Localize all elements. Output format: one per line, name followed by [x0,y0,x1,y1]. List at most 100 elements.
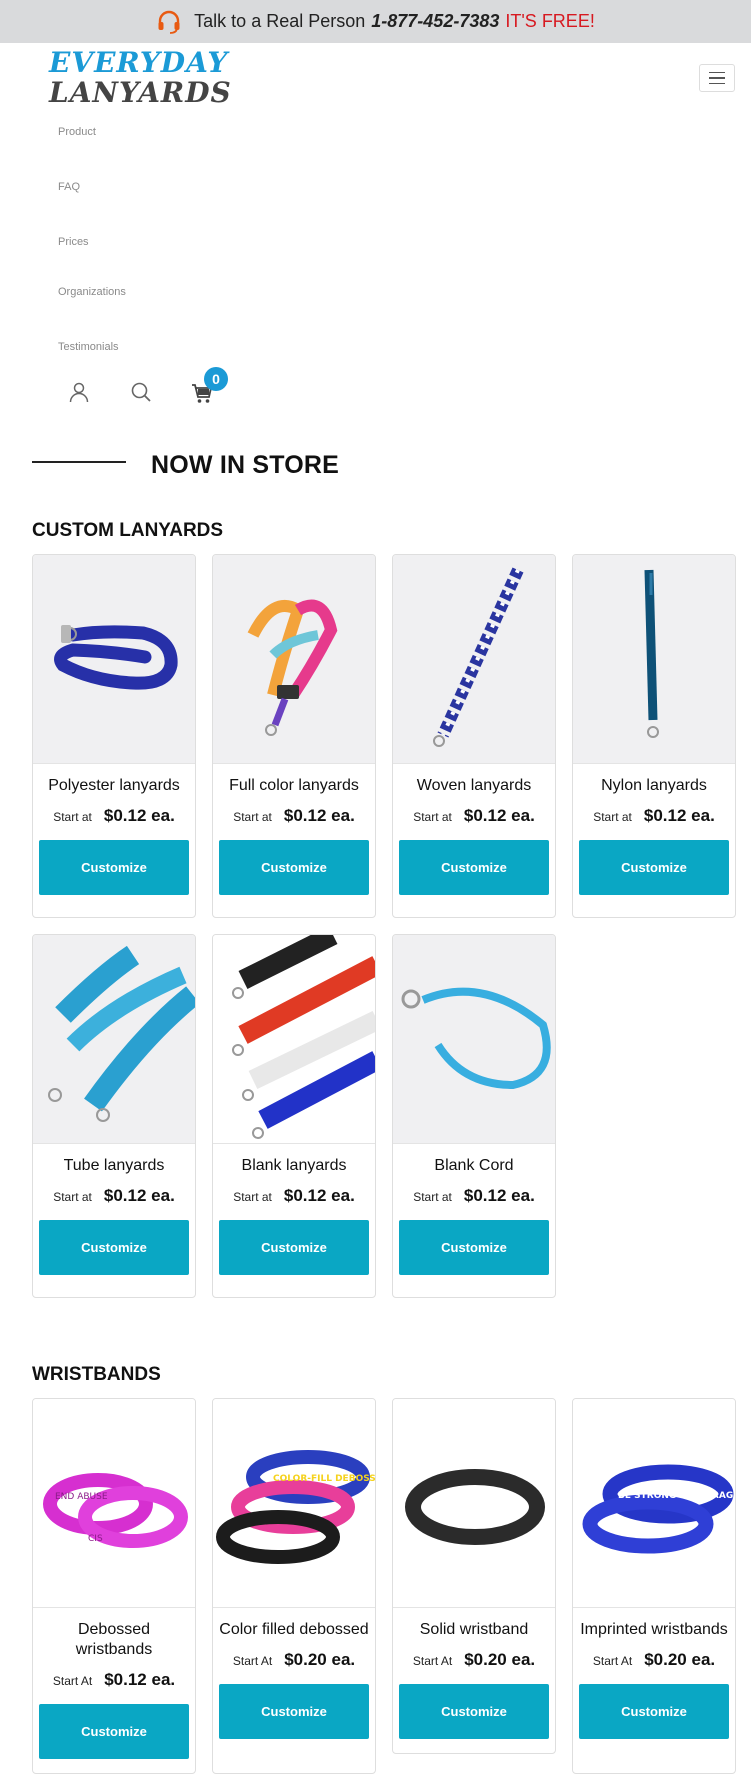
product-price: Start At $0.20 ea. [573,1650,735,1670]
product-image[interactable]: BE STRONG & COURAGE [573,1399,735,1608]
product-image[interactable] [573,555,735,764]
price-value: $0.12 ea. [283,1186,355,1205]
site-logo[interactable]: EVERYDAY LANYARDS [49,49,232,107]
price-value: $0.12 ea. [104,1670,176,1689]
menu-icon[interactable] [699,64,735,92]
logo-line-1: EVERYDAY [49,46,229,79]
product-name[interactable]: Blank lanyards [213,1156,375,1176]
product-name[interactable]: Imprinted wristbands [573,1620,735,1640]
product-name[interactable]: Debossed wristbands [33,1620,195,1660]
nav-item-product[interactable]: Product [58,126,96,138]
product-price: Start At $0.20 ea. [213,1650,375,1670]
product-price: Start at $0.12 ea. [393,1186,555,1206]
customize-button[interactable]: Customize [39,1704,189,1759]
product-card-polyester[interactable]: Polyester lanyards Start at $0.12 ea. Cu… [32,554,196,918]
customize-button[interactable]: Customize [39,1220,189,1275]
price-prefix: Start At [232,1654,273,1668]
nav-item-faq[interactable]: FAQ [58,181,80,193]
price-value: $0.20 ea. [464,1650,536,1669]
product-price: Start at $0.12 ea. [393,806,555,826]
top-contact-bar: Talk to a Real Person 1-877-452-7383 IT'… [0,0,751,43]
section-heading-lanyards: CUSTOM LANYARDS [32,520,224,541]
page-title: NOW IN STORE [151,451,340,479]
customize-button[interactable]: Customize [219,840,369,895]
customize-button[interactable]: Customize [579,840,729,895]
product-price: Start At $0.12 ea. [33,1670,195,1690]
price-prefix: Start at [53,1190,92,1204]
product-card-tube[interactable]: Tube lanyards Start at $0.12 ea. Customi… [32,934,196,1298]
product-image[interactable] [213,555,375,764]
product-image[interactable] [33,555,195,764]
price-prefix: Start at [233,1190,272,1204]
title-divider [32,461,126,463]
price-value: $0.12 ea. [643,806,715,825]
user-icon[interactable] [68,381,90,403]
price-value: $0.12 ea. [463,806,535,825]
product-image[interactable] [213,935,375,1144]
phone-number[interactable]: 1-877-452-7383 [371,11,499,32]
product-image[interactable] [393,555,555,764]
price-prefix: Start At [412,1654,453,1668]
search-icon[interactable] [130,381,152,403]
product-image[interactable] [393,935,555,1144]
contact-label: Talk to a Real Person [194,11,366,31]
price-prefix: Start at [53,810,92,824]
debossed-print-b: CIS [88,1534,103,1544]
free-label: IT'S FREE! [505,11,595,31]
product-card-debossed[interactable]: END ABUSE CIS Debossed wristbands Start … [32,1398,196,1774]
product-card-imprinted[interactable]: BE STRONG & COURAGE Imprinted wristbands… [572,1398,736,1774]
customize-button[interactable]: Customize [219,1220,369,1275]
customize-button[interactable]: Customize [399,840,549,895]
product-price: Start At $0.20 ea. [393,1650,555,1670]
product-card-full-color[interactable]: Full color lanyards Start at $0.12 ea. C… [212,554,376,918]
price-prefix: Start At [592,1654,633,1668]
product-price: Start at $0.12 ea. [33,806,195,826]
nav-item-organizations[interactable]: Organizations [58,286,126,298]
product-price: Start at $0.12 ea. [213,1186,375,1206]
product-name[interactable]: Color filled debossed [213,1620,375,1640]
product-image[interactable]: END ABUSE CIS [33,1399,195,1608]
price-value: $0.12 ea. [283,806,355,825]
product-name[interactable]: Solid wristband [393,1620,555,1640]
price-prefix: Start At [52,1674,93,1688]
product-card-blank[interactable]: Blank lanyards Start at $0.12 ea. Custom… [212,934,376,1298]
price-prefix: Start at [413,1190,452,1204]
debossed-print-a: END ABUSE [55,1492,108,1502]
product-card-nylon[interactable]: Nylon lanyards Start at $0.12 ea. Custom… [572,554,736,918]
section-heading-wristbands: WRISTBANDS [32,1364,161,1385]
price-value: $0.12 ea. [103,806,175,825]
price-prefix: Start at [233,810,272,824]
product-name[interactable]: Blank Cord [393,1156,555,1176]
cart-count-badge[interactable]: 0 [204,367,228,391]
customize-button[interactable]: Customize [219,1684,369,1739]
nav-item-prices[interactable]: Prices [58,236,89,248]
product-card-blank-cord[interactable]: Blank Cord Start at $0.12 ea. Customize [392,934,556,1298]
customize-button[interactable]: Customize [39,840,189,895]
price-prefix: Start at [413,810,452,824]
nav-item-testimonials[interactable]: Testimonials [58,341,119,353]
product-price: Start at $0.12 ea. [213,806,375,826]
logo-line-2: LANYARDS [49,76,232,109]
customize-button[interactable]: Customize [579,1684,729,1739]
product-card-color-filled[interactable]: COLOR-FILL DEBOSSED Color filled debosse… [212,1398,376,1774]
product-name[interactable]: Full color lanyards [213,776,375,796]
product-name[interactable]: Polyester lanyards [33,776,195,796]
customize-button[interactable]: Customize [399,1684,549,1739]
product-name[interactable]: Woven lanyards [393,776,555,796]
product-price: Start at $0.12 ea. [573,806,735,826]
price-value: $0.20 ea. [644,1650,716,1669]
product-name[interactable]: Tube lanyards [33,1156,195,1176]
customize-button[interactable]: Customize [399,1220,549,1275]
product-image[interactable] [393,1399,555,1608]
price-value: $0.20 ea. [284,1650,356,1669]
product-name[interactable]: Nylon lanyards [573,776,735,796]
price-prefix: Start at [593,810,632,824]
product-price: Start at $0.12 ea. [33,1186,195,1206]
color-filled-print: COLOR-FILL DEBOSSED [273,1474,376,1484]
product-card-solid[interactable]: Solid wristband Start At $0.20 ea. Custo… [392,1398,556,1754]
imprinted-print: BE STRONG & COURAGE [618,1491,736,1501]
headset-icon [156,9,182,35]
product-image[interactable] [33,935,195,1144]
product-image[interactable]: COLOR-FILL DEBOSSED [213,1399,375,1608]
product-card-woven[interactable]: Woven lanyards Start at $0.12 ea. Custom… [392,554,556,918]
